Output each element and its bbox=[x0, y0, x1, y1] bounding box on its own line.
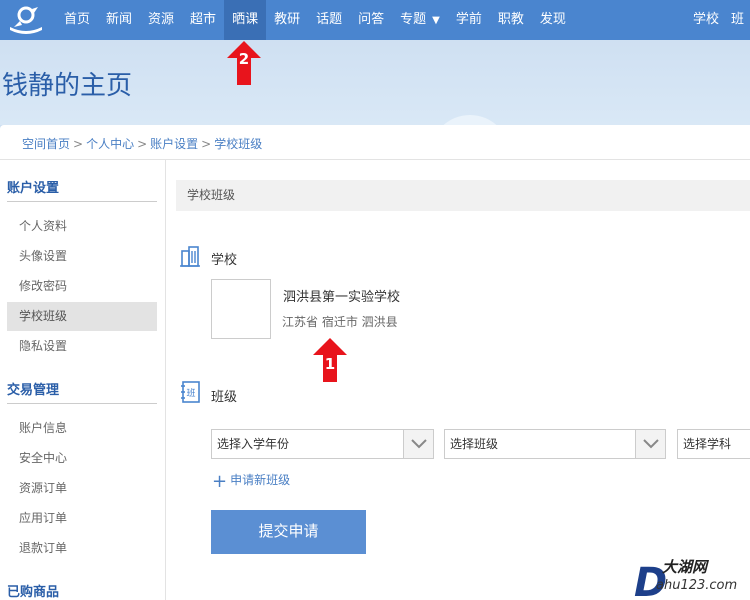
nav-item-school[interactable]: 学校 bbox=[687, 0, 725, 40]
school-location: 江苏省 宿迁市 泗洪县 bbox=[282, 315, 398, 329]
nav-item-home[interactable]: 首页 bbox=[56, 0, 98, 40]
class-heading: 班级 bbox=[211, 390, 238, 405]
breadcrumb-home[interactable]: 空间首页 bbox=[22, 137, 70, 151]
class-select[interactable]: 选择班级 bbox=[444, 429, 666, 459]
top-nav: 首页 新闻 资源 超市 晒课 教研 话题 问答 专题 ▼ 学前 职教 发现 学校 … bbox=[0, 0, 750, 40]
nav-item-market[interactable]: 超市 bbox=[182, 0, 224, 40]
breadcrumb-personal-center[interactable]: 个人中心 bbox=[86, 137, 134, 151]
subject-select-value: 选择学科 bbox=[683, 437, 732, 451]
watermark-line2: ahu123.com bbox=[656, 578, 738, 593]
profile-banner: 钱静的主页 bbox=[0, 40, 750, 125]
sidebar-item-refund-orders[interactable]: 退款订单 bbox=[7, 534, 157, 563]
subject-select[interactable]: 选择学科 bbox=[677, 429, 750, 459]
content-card: 空间首页 > 个人中心 > 账户设置 > 学校班级 账户设置 个人资料 头像设置 修改密码 … bbox=[0, 125, 750, 600]
chevron-down-icon bbox=[635, 430, 665, 458]
nav-item-vocational[interactable]: 职教 bbox=[490, 0, 532, 40]
breadcrumb-account-settings[interactable]: 账户设置 bbox=[150, 137, 198, 151]
nav-item-class[interactable]: 班 bbox=[725, 0, 750, 40]
caret-down-icon: ▼ bbox=[432, 15, 440, 26]
nav-item-topics[interactable]: 话题 bbox=[308, 0, 350, 40]
nav-item-qa[interactable]: 问答 bbox=[350, 0, 392, 40]
breadcrumb: 空间首页 > 个人中心 > 账户设置 > 学校班级 bbox=[22, 135, 262, 152]
sidebar-group-account: 账户设置 bbox=[7, 181, 60, 196]
building-icon bbox=[180, 246, 200, 267]
enroll-year-select-value: 选择入学年份 bbox=[217, 437, 290, 451]
sidebar-item-profile[interactable]: 个人资料 bbox=[7, 212, 157, 241]
breadcrumb-sep: > bbox=[137, 137, 148, 151]
school-heading: 学校 bbox=[211, 253, 238, 268]
breadcrumb-sep: > bbox=[73, 137, 84, 151]
nav-item-special-label: 专题 bbox=[400, 12, 427, 27]
sidebar-divider bbox=[7, 403, 157, 404]
annotation-marker-1: 1 bbox=[312, 337, 348, 383]
enroll-year-select[interactable]: 选择入学年份 bbox=[211, 429, 434, 459]
sidebar-group-trade: 交易管理 bbox=[7, 383, 60, 398]
sidebar-item-app-orders[interactable]: 应用订单 bbox=[7, 504, 157, 533]
watermark: D 大湖网 ahu123.com bbox=[632, 556, 750, 600]
section-title-bar: 学校班级 bbox=[176, 180, 750, 211]
nav-item-research[interactable]: 教研 bbox=[266, 0, 308, 40]
plus-icon: + bbox=[212, 471, 228, 492]
nav-item-resources[interactable]: 资源 bbox=[140, 0, 182, 40]
site-logo-icon[interactable] bbox=[6, 5, 46, 35]
nav-item-preschool[interactable]: 学前 bbox=[448, 0, 490, 40]
sidebar-divider bbox=[7, 201, 157, 202]
add-class-link[interactable]: + 申请新班级 bbox=[212, 471, 290, 492]
annotation-label: 2 bbox=[238, 50, 250, 68]
notebook-icon: 班 bbox=[181, 381, 200, 403]
breadcrumb-current[interactable]: 学校班级 bbox=[214, 137, 262, 151]
nav-item-lessons[interactable]: 晒课 bbox=[224, 0, 267, 40]
banner-decoration bbox=[430, 115, 510, 125]
main-nav-items: 首页 新闻 资源 超市 晒课 教研 话题 问答 专题 ▼ 学前 职教 发现 bbox=[56, 0, 574, 40]
submit-button[interactable]: 提交申请 bbox=[211, 510, 366, 554]
nav-right: 学校 班 bbox=[687, 0, 750, 40]
page-title: 钱静的主页 bbox=[2, 71, 133, 101]
sidebar: 账户设置 个人资料 头像设置 修改密码 学校班级 隐私设置 交易管理 账户信息 … bbox=[0, 160, 166, 600]
class-select-value: 选择班级 bbox=[450, 437, 499, 451]
chevron-down-icon bbox=[403, 430, 433, 458]
add-class-label: 申请新班级 bbox=[230, 473, 291, 487]
sidebar-item-password[interactable]: 修改密码 bbox=[7, 272, 157, 301]
sidebar-item-security[interactable]: 安全中心 bbox=[7, 444, 157, 473]
breadcrumb-sep: > bbox=[201, 137, 212, 151]
notebook-icon-label: 班 bbox=[186, 387, 195, 399]
school-name: 泗洪县第一实验学校 bbox=[283, 290, 401, 305]
watermark-line1: 大湖网 bbox=[662, 558, 708, 576]
sidebar-item-account-info[interactable]: 账户信息 bbox=[7, 414, 157, 443]
sidebar-item-avatar[interactable]: 头像设置 bbox=[7, 242, 157, 271]
nav-item-special[interactable]: 专题 ▼ bbox=[392, 0, 448, 40]
sidebar-item-privacy[interactable]: 隐私设置 bbox=[7, 332, 157, 361]
nav-item-news[interactable]: 新闻 bbox=[98, 0, 140, 40]
annotation-label: 1 bbox=[324, 355, 336, 373]
school-logo bbox=[211, 279, 271, 339]
nav-item-discover[interactable]: 发现 bbox=[532, 0, 574, 40]
sidebar-item-resource-orders[interactable]: 资源订单 bbox=[7, 474, 157, 503]
sidebar-item-school-class[interactable]: 学校班级 bbox=[7, 302, 157, 331]
sidebar-group-purchased: 已购商品 bbox=[7, 585, 60, 600]
annotation-marker-2: 2 bbox=[226, 40, 262, 86]
